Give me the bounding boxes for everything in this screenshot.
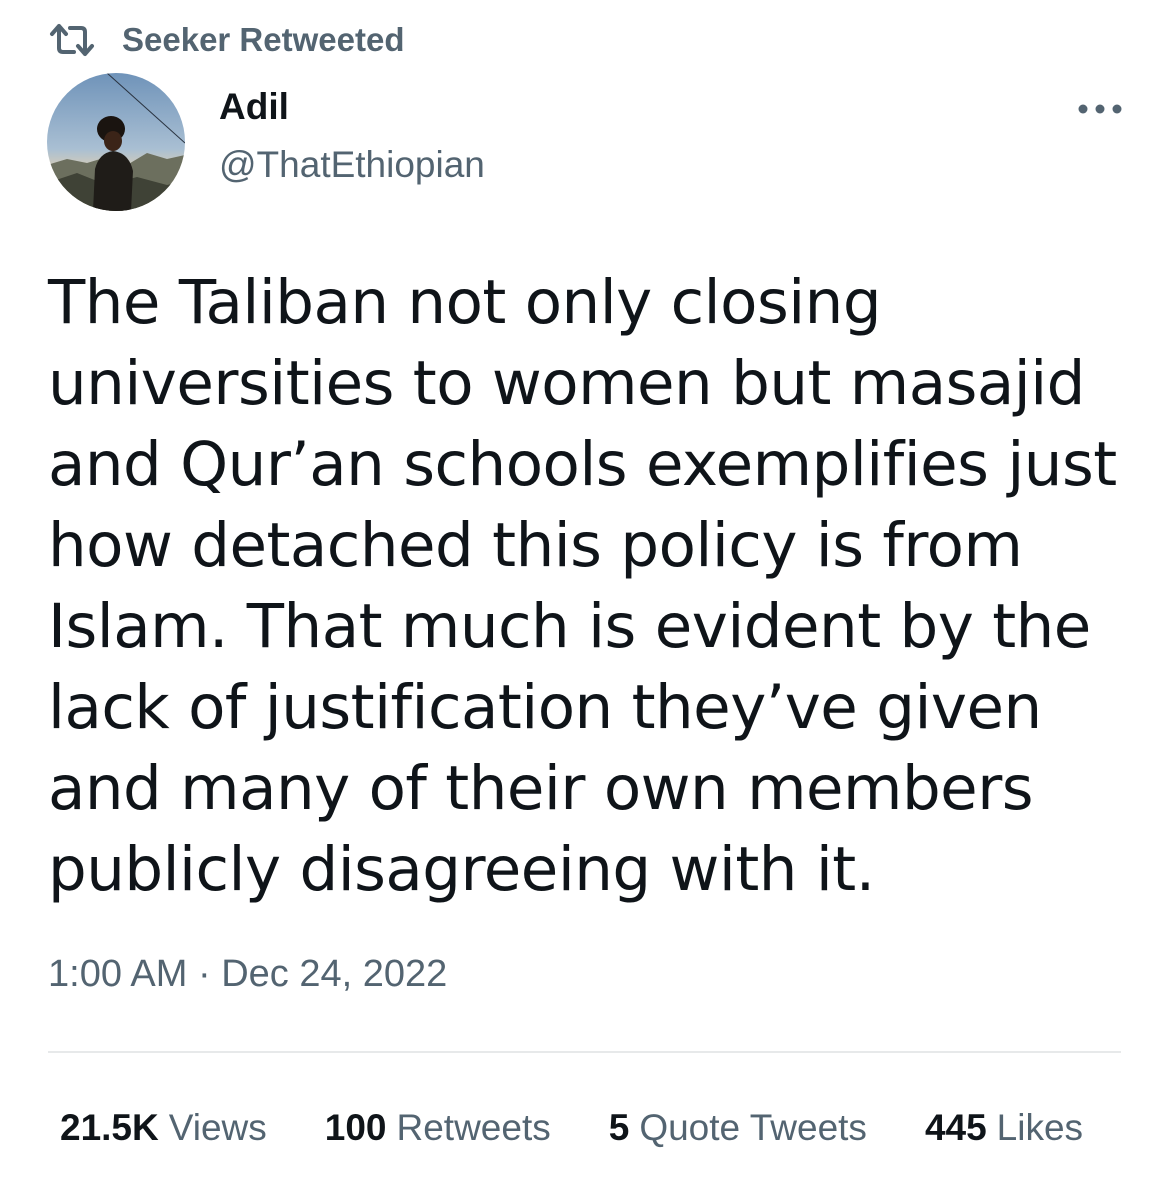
more-horizontal-icon: [1078, 101, 1122, 119]
retweets-label: Retweets: [396, 1107, 551, 1148]
divider: [48, 1051, 1121, 1053]
likes-stat[interactable]: 445 Likes: [925, 1107, 1083, 1149]
retweets-stat[interactable]: 100 Retweets: [325, 1107, 551, 1149]
timestamp-separator: ·: [197, 953, 211, 995]
author-name[interactable]: Adil: [219, 86, 289, 128]
tweet-timestamp[interactable]: 1:00 AM · Dec 24, 2022: [48, 953, 447, 996]
tweet-text: The Taliban not only closing universitie…: [48, 267, 1117, 905]
tweet-stats: 21.5K Views 100 Retweets 5 Quote Tweets 445…: [60, 1105, 1083, 1151]
retweets-count: 100: [324, 1107, 387, 1148]
author-handle[interactable]: @ThatEthiopian: [219, 144, 485, 186]
likes-count: 445: [924, 1107, 987, 1148]
avatar[interactable]: [47, 73, 185, 211]
views-stat[interactable]: 21.5K Views: [60, 1107, 267, 1149]
views-count: 21.5K: [60, 1107, 159, 1148]
retweeted-by-text: Seeker Retweeted: [122, 21, 405, 58]
retweet-context[interactable]: Seeker Retweeted: [48, 18, 404, 62]
tweet-time: 1:00 AM: [48, 953, 188, 995]
quote-tweets-label: Quote Tweets: [639, 1107, 867, 1148]
quote-tweets-stat[interactable]: 5 Quote Tweets: [609, 1107, 867, 1149]
more-options-button[interactable]: [1070, 92, 1130, 128]
tweet-date: Dec 24, 2022: [221, 953, 448, 995]
likes-label: Likes: [996, 1107, 1084, 1148]
views-label: Views: [168, 1107, 267, 1148]
quote-tweets-count: 5: [608, 1107, 630, 1148]
retweet-icon: [48, 20, 96, 60]
